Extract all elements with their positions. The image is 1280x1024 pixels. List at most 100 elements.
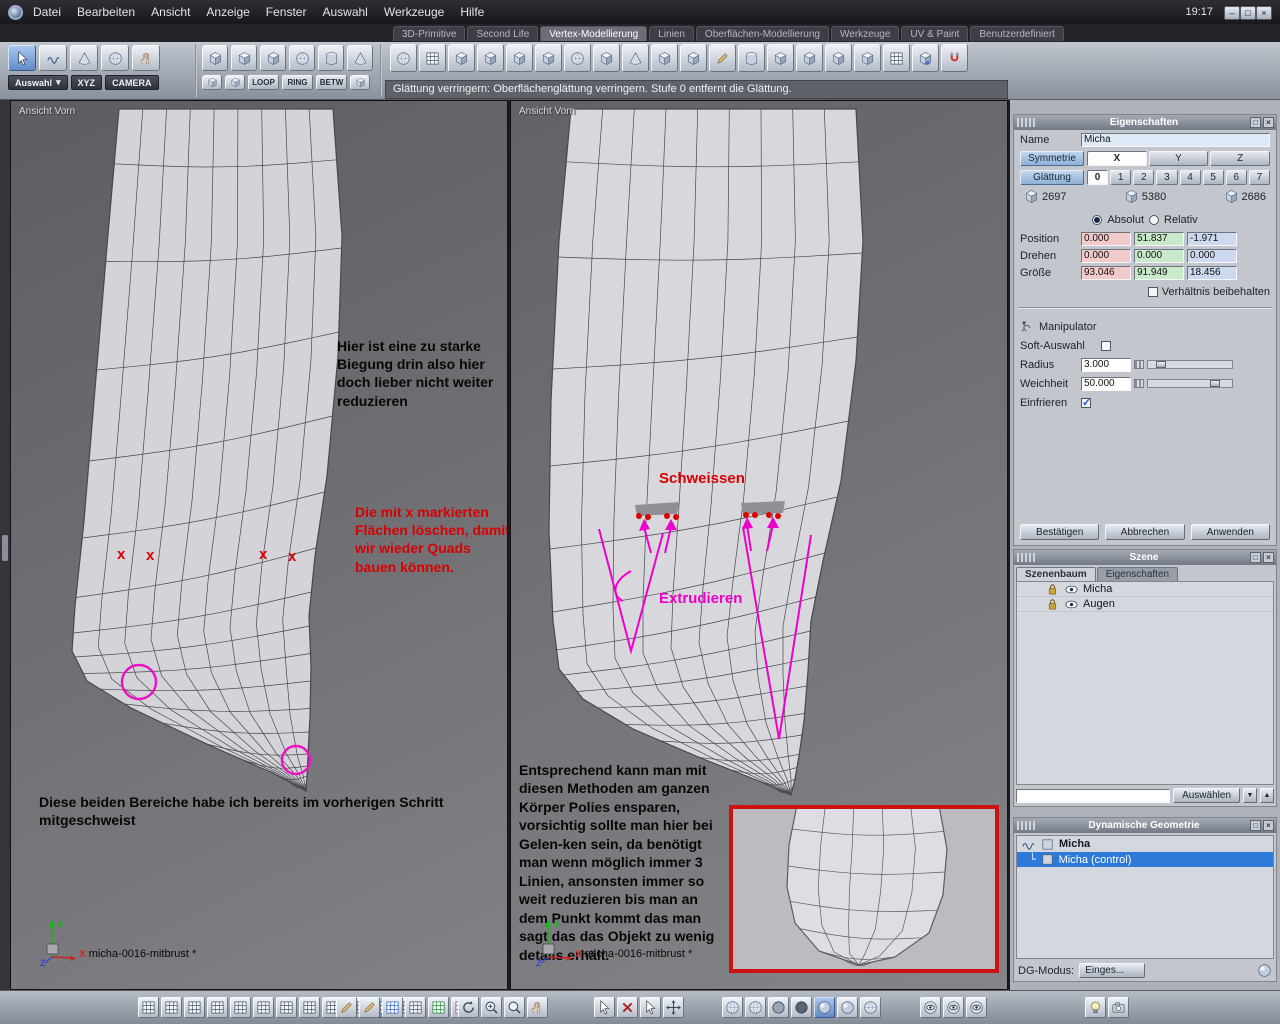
cancel-button[interactable]: Abbrechen bbox=[1105, 524, 1185, 540]
scene-titlebar[interactable]: Szene □ × bbox=[1014, 550, 1276, 565]
list-view-button[interactable] bbox=[276, 997, 297, 1018]
position-y-field[interactable] bbox=[1134, 231, 1184, 246]
smoothing-level-1-button[interactable]: 1 bbox=[1110, 170, 1132, 185]
symmetry-button[interactable]: Symmetrie bbox=[1020, 151, 1084, 166]
smoothing-level-0-button[interactable]: 0 bbox=[1087, 170, 1109, 185]
mirror-button[interactable] bbox=[767, 44, 794, 72]
cone-select-button[interactable] bbox=[70, 45, 98, 71]
tab-uv-paint[interactable]: UV & Paint bbox=[901, 26, 969, 41]
between-select-button[interactable] bbox=[350, 75, 370, 90]
eye-sphere-button[interactable] bbox=[920, 997, 941, 1018]
camera-button[interactable]: CAMERA bbox=[105, 75, 159, 90]
panel-grip[interactable] bbox=[1017, 821, 1035, 830]
light-button[interactable] bbox=[1085, 997, 1106, 1018]
betw-button[interactable]: BETW bbox=[316, 75, 347, 90]
axis-z-button[interactable]: Z bbox=[1210, 151, 1271, 166]
scene-tab-eigenschaften[interactable]: Eigenschaften bbox=[1096, 567, 1179, 581]
radius-field[interactable] bbox=[1081, 357, 1131, 372]
loop-button[interactable]: LOOP bbox=[248, 75, 279, 90]
lock-icon[interactable] bbox=[1045, 582, 1060, 597]
minimize-button[interactable]: – bbox=[1224, 6, 1240, 20]
slider-handle[interactable] bbox=[1210, 380, 1220, 387]
wide-view-button[interactable] bbox=[299, 997, 320, 1018]
position-z-field[interactable] bbox=[1187, 231, 1237, 246]
wire-sphere-button[interactable] bbox=[722, 997, 743, 1018]
tab-oberfl-chen-modellierung[interactable]: Oberflächen-Modellierung bbox=[695, 26, 829, 41]
dynamic-geometry-titlebar[interactable]: Dynamische Geometrie □ × bbox=[1014, 818, 1276, 833]
split-cube-button[interactable] bbox=[680, 44, 707, 72]
smoothing-level-5-button[interactable]: 5 bbox=[1202, 170, 1224, 185]
delete-cross-button[interactable] bbox=[617, 997, 638, 1018]
relative-radio[interactable] bbox=[1149, 214, 1160, 225]
selection-mode-dropdown[interactable]: Auswahl ▾ bbox=[8, 75, 68, 90]
scene-item-augen[interactable]: Augen bbox=[1017, 597, 1273, 612]
scene-up-button[interactable]: ▲ bbox=[1260, 788, 1274, 803]
keep-ratio-checkbox[interactable] bbox=[1147, 286, 1158, 297]
menu-ansicht[interactable]: Ansicht bbox=[151, 5, 190, 19]
eye-icon[interactable] bbox=[1064, 597, 1079, 612]
target-weld-button[interactable] bbox=[593, 44, 620, 72]
axis-y-button[interactable]: Y bbox=[1148, 151, 1209, 166]
viewport-front-right[interactable]: Ansicht Vorn Schweissen Extrudieren Ents… bbox=[510, 100, 1008, 990]
maximize-button[interactable]: □ bbox=[1240, 6, 1256, 20]
tessellate-grid-button[interactable] bbox=[883, 44, 910, 72]
lock-icon[interactable] bbox=[1045, 597, 1060, 612]
panel-close-button[interactable]: × bbox=[1263, 117, 1274, 128]
absolute-radio[interactable] bbox=[1092, 214, 1103, 225]
menu-datei[interactable]: Datei bbox=[33, 5, 61, 19]
panel-collapse-button[interactable]: □ bbox=[1250, 117, 1261, 128]
scene-tab-szenenbaum[interactable]: Szenenbaum bbox=[1016, 567, 1096, 581]
eye-sphere-button[interactable] bbox=[966, 997, 987, 1018]
panel-collapse-button[interactable]: □ bbox=[1250, 820, 1261, 831]
menu-anzeige[interactable]: Anzeige bbox=[206, 5, 249, 19]
dark-circle-button[interactable] bbox=[791, 997, 812, 1018]
three-view-button[interactable] bbox=[230, 997, 251, 1018]
shaded-sphere-button[interactable] bbox=[814, 997, 835, 1018]
tab-werkzeuge[interactable]: Werkzeuge bbox=[831, 26, 900, 41]
gr-e-x-field[interactable] bbox=[1081, 265, 1131, 280]
apply-button[interactable]: Anwenden bbox=[1190, 524, 1270, 540]
smoothing-level-6-button[interactable]: 6 bbox=[1225, 170, 1247, 185]
scene-down-button[interactable]: ▼ bbox=[1243, 788, 1257, 803]
smoothing-level-4-button[interactable]: 4 bbox=[1179, 170, 1201, 185]
name-input[interactable] bbox=[1081, 132, 1270, 147]
cube-extrude-button[interactable] bbox=[448, 44, 475, 72]
panel-grip[interactable] bbox=[1017, 118, 1035, 127]
drehen-x-field[interactable] bbox=[1081, 248, 1131, 263]
dissolve-button[interactable] bbox=[651, 44, 678, 72]
freeze-checkbox[interactable] bbox=[1081, 396, 1091, 409]
tab-linien[interactable]: Linien bbox=[649, 26, 694, 41]
scene-filter-input[interactable] bbox=[1016, 788, 1171, 803]
smoothing-level-7-button[interactable]: 7 bbox=[1248, 170, 1270, 185]
two-view-h-button[interactable] bbox=[184, 997, 205, 1018]
panel-grip[interactable] bbox=[1017, 553, 1035, 562]
single-view-button[interactable] bbox=[138, 997, 159, 1018]
soft-select-checkbox[interactable] bbox=[1101, 340, 1111, 351]
move-button[interactable] bbox=[663, 997, 684, 1018]
smooth-sphere-button[interactable] bbox=[390, 44, 417, 72]
eye-sphere-button[interactable] bbox=[943, 997, 964, 1018]
panel-collapse-button[interactable]: □ bbox=[1250, 552, 1261, 563]
collapse-cone-button[interactable] bbox=[622, 44, 649, 72]
scene-item-micha[interactable]: Micha bbox=[1017, 582, 1273, 597]
grid-plain-button[interactable] bbox=[405, 997, 426, 1018]
zoom-button[interactable] bbox=[504, 997, 525, 1018]
grid-green-button[interactable] bbox=[428, 997, 449, 1018]
drehen-z-field[interactable] bbox=[1187, 248, 1237, 263]
tab-second-life[interactable]: Second Life bbox=[467, 26, 539, 41]
grid-blue-button[interactable] bbox=[382, 997, 403, 1018]
scroll-thumb[interactable] bbox=[2, 535, 8, 561]
tab-vertex-modellierung[interactable]: Vertex-Modellierung bbox=[540, 26, 648, 41]
bridge-button[interactable] bbox=[535, 44, 562, 72]
menu-fenster[interactable]: Fenster bbox=[266, 5, 307, 19]
loop-cylinder-button[interactable] bbox=[318, 45, 344, 71]
four-view-button[interactable] bbox=[161, 997, 182, 1018]
smoothing-level-2-button[interactable]: 2 bbox=[1133, 170, 1155, 185]
menu-auswahl[interactable]: Auswahl bbox=[322, 5, 367, 19]
smooth-decrease-button[interactable] bbox=[854, 44, 881, 72]
axis-x-button[interactable]: X bbox=[1087, 151, 1147, 166]
dg-root-item[interactable]: Micha bbox=[1017, 836, 1273, 852]
menu-werkzeuge[interactable]: Werkzeuge bbox=[384, 5, 444, 19]
cut-loop-cylinder-button[interactable] bbox=[738, 44, 765, 72]
slider-handle[interactable] bbox=[1156, 361, 1166, 368]
